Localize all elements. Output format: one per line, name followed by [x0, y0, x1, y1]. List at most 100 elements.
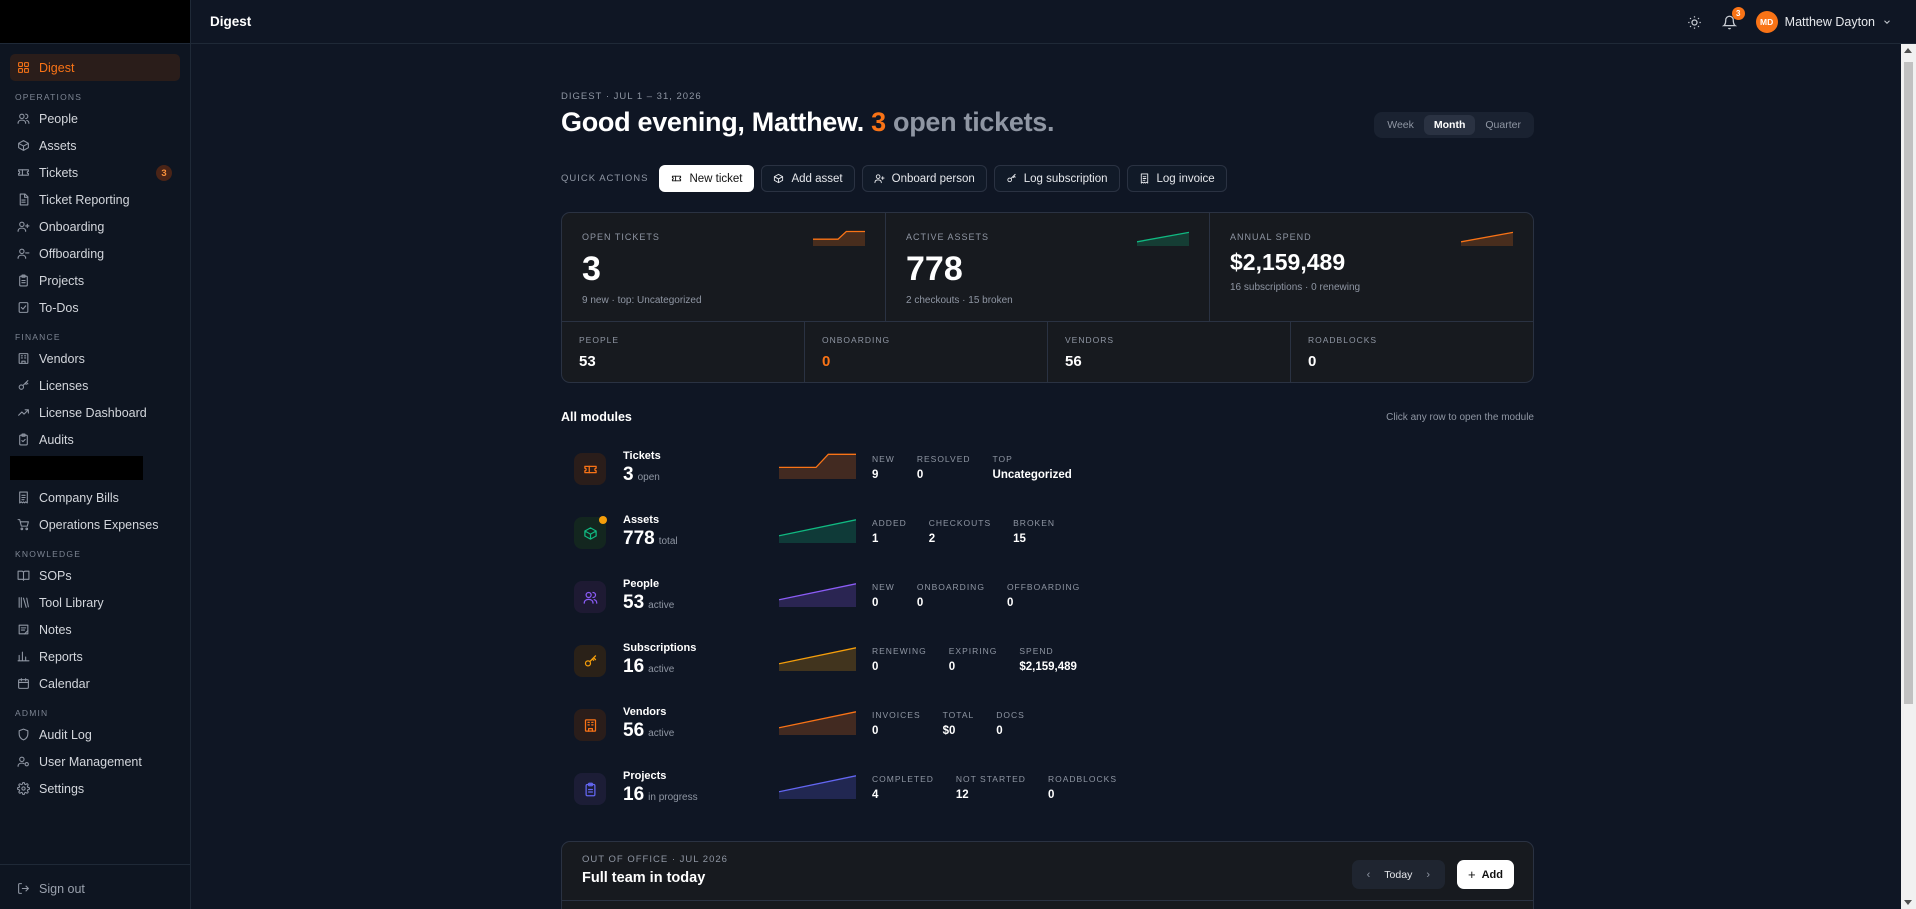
scroll-down-arrow[interactable] [1904, 900, 1912, 905]
sidebar-item-sops[interactable]: SOPs [10, 562, 180, 589]
module-count-value: 3 [623, 464, 634, 485]
module-icon-tile [574, 709, 606, 741]
module-row-assets[interactable]: Assets 778 total ADDED 1 CHECKOUTS 2 BROKEN 15 [561, 507, 1534, 571]
add-asset-button[interactable]: Add asset [761, 165, 855, 192]
sidebar-item-assets[interactable]: Assets [10, 132, 180, 159]
module-row-vendors[interactable]: Vendors 56 active INVOICES 0 TOTAL $0 DOCS 0 [561, 699, 1534, 763]
notification-count-badge: 3 [1731, 7, 1745, 20]
greeting-heading: Good evening, Matthew. 3 open tickets. [561, 107, 1055, 138]
sidebar-item-people[interactable]: People [10, 105, 180, 132]
sidebar-item-digest[interactable]: Digest [10, 54, 180, 81]
stat-annual-spend[interactable]: ANNUAL SPEND $2,159,489 16 subscriptions ·… [1210, 213, 1533, 321]
onboard-person-button[interactable]: Onboard person [861, 165, 987, 192]
sign-out-button[interactable]: Sign out [10, 875, 180, 902]
user-plus-icon [16, 220, 30, 234]
module-row-tickets[interactable]: Tickets 3 open NEW 9 RESOLVED 0 TOP Uncategorize… [561, 443, 1534, 507]
report-icon [16, 193, 30, 207]
sparkline-area [779, 583, 856, 607]
sidebar-item-reports[interactable]: Reports [10, 643, 180, 670]
sidebar-item-license-dashboard[interactable]: License Dashboard [10, 399, 180, 426]
sidebar-item-notes[interactable]: Notes [10, 616, 180, 643]
stat-onboarding[interactable]: ONBOARDING 0 [805, 322, 1048, 382]
sidebar-item-offboarding[interactable]: Offboarding [10, 240, 180, 267]
trend-icon [16, 406, 30, 420]
sidebar-item-label: User Management [39, 754, 142, 769]
checklist-icon [16, 301, 30, 315]
user-name[interactable]: Matthew Dayton [1785, 15, 1875, 29]
sidebar-item-vendors[interactable]: Vendors [10, 345, 180, 372]
sidebar-item-audit-log[interactable]: Audit Log [10, 721, 180, 748]
sidebar-item-to-dos[interactable]: To-Dos [10, 294, 180, 321]
module-name: Assets [623, 514, 660, 526]
sidebar-item-tool-library[interactable]: Tool Library [10, 589, 180, 616]
sidebar-item-onboarding[interactable]: Onboarding [10, 213, 180, 240]
sidebar-item-calendar[interactable]: Calendar [10, 670, 180, 697]
scrollbar-thumb[interactable] [1904, 62, 1913, 704]
module-sparkline [779, 453, 856, 479]
module-row-people[interactable]: People 53 active NEW 0 ONBOARDING 0 OFFBOARDING… [561, 571, 1534, 635]
sidebar-item-settings[interactable]: Settings [10, 775, 180, 802]
metric-label: NOT STARTED [955, 774, 1026, 784]
sparkline-area [779, 775, 856, 799]
scrollbar[interactable] [1901, 44, 1916, 909]
stat-active-assets[interactable]: ACTIVE ASSETS 778 2 checkouts · 15 broken [886, 213, 1210, 321]
metric-value: $2,159,489 [1019, 661, 1077, 673]
module-row-subscriptions[interactable]: Subscriptions 16 active RENEWING 0 EXPIRING 0 S… [561, 635, 1534, 699]
chevron-right-icon[interactable]: › [1420, 869, 1436, 881]
greeting-lead: Good evening, Matthew. [561, 107, 864, 137]
sidebar-item-label: Audit Log [39, 727, 92, 742]
sidebar-item-label: Offboarding [39, 246, 105, 261]
sidebar-section-label: FINANCE [15, 332, 61, 342]
add-ooo-button[interactable]: + Add [1457, 860, 1514, 889]
chevron-down-icon[interactable] [1882, 17, 1892, 27]
quick-actions: QUICK ACTIONS New ticket Add asset Onboard… [561, 165, 1234, 192]
module-metric: NOT STARTED 12 [956, 774, 1026, 801]
sidebar-item-company-bills[interactable]: Company Bills [10, 484, 180, 511]
sidebar-item-ticket-reporting[interactable]: Ticket Reporting [10, 186, 180, 213]
chevron-left-icon[interactable]: ‹ [1361, 869, 1377, 881]
sidebar-item-label: SOPs [39, 568, 72, 583]
metric-label: ROADBLOCKS [1047, 774, 1117, 784]
module-metric: ADDED 1 [872, 518, 907, 545]
avatar[interactable]: MD [1755, 11, 1778, 33]
stat-value: 0 [822, 353, 831, 370]
sidebar-item-user-management[interactable]: User Management [10, 748, 180, 775]
stat-value: 0 [1308, 353, 1317, 370]
metric-label: SPEND [1019, 646, 1054, 656]
metric-label: DOCS [996, 710, 1025, 720]
module-metrics: INVOICES 0 TOTAL $0 DOCS 0 [872, 710, 1047, 737]
stat-open-tickets[interactable]: OPEN TICKETS 3 9 new · top: Uncategorized [562, 213, 886, 321]
module-row-projects[interactable]: Projects 16 in progress COMPLETED 4 NOT START… [561, 763, 1534, 827]
period-month-button[interactable]: Month [1423, 115, 1476, 135]
period-quarter-button[interactable]: Quarter [1475, 115, 1531, 135]
stat-value: 3 [582, 250, 601, 288]
log-subscription-button[interactable]: Log subscription [993, 165, 1120, 192]
metric-label: COMPLETED [872, 774, 934, 784]
stat-people[interactable]: PEOPLE 53 [562, 322, 805, 382]
notifications-bell-icon[interactable]: 3 [1721, 7, 1745, 31]
sidebar-item-label: Settings [39, 781, 85, 796]
user-minus-icon [16, 247, 30, 261]
theme-toggle-sun-icon[interactable] [1686, 13, 1704, 31]
sidebar-item-operations-expenses[interactable]: Operations Expenses [10, 511, 180, 538]
sidebar-item-projects[interactable]: Projects [10, 267, 180, 294]
ticket-icon [16, 166, 30, 180]
stat-vendors[interactable]: VENDORS 56 [1048, 322, 1291, 382]
log-invoice-button[interactable]: Log invoice [1126, 165, 1227, 192]
sidebar-item-tickets[interactable]: Tickets 3 [10, 159, 180, 186]
sidebar-item-audits[interactable]: Audits [10, 426, 180, 453]
module-count-unit: active [648, 600, 675, 611]
new-ticket-button[interactable]: New ticket [659, 165, 755, 192]
stat-roadblocks[interactable]: ROADBLOCKS 0 [1291, 322, 1533, 382]
scroll-up-arrow[interactable] [1904, 48, 1912, 53]
modules-header: All modules Click any row to open the mo… [561, 410, 1534, 424]
sidebar-item-licenses[interactable]: Licenses [10, 372, 180, 399]
period-week-button[interactable]: Week [1377, 115, 1424, 135]
metric-value: 0 [1047, 789, 1055, 801]
module-count-unit: total [658, 536, 678, 547]
stat-label: ONBOARDING [822, 335, 891, 345]
quick-action-label: New ticket [689, 172, 743, 185]
key-icon [583, 654, 598, 669]
page-title: Digest [210, 14, 252, 29]
today-button[interactable]: Today [1376, 869, 1420, 881]
